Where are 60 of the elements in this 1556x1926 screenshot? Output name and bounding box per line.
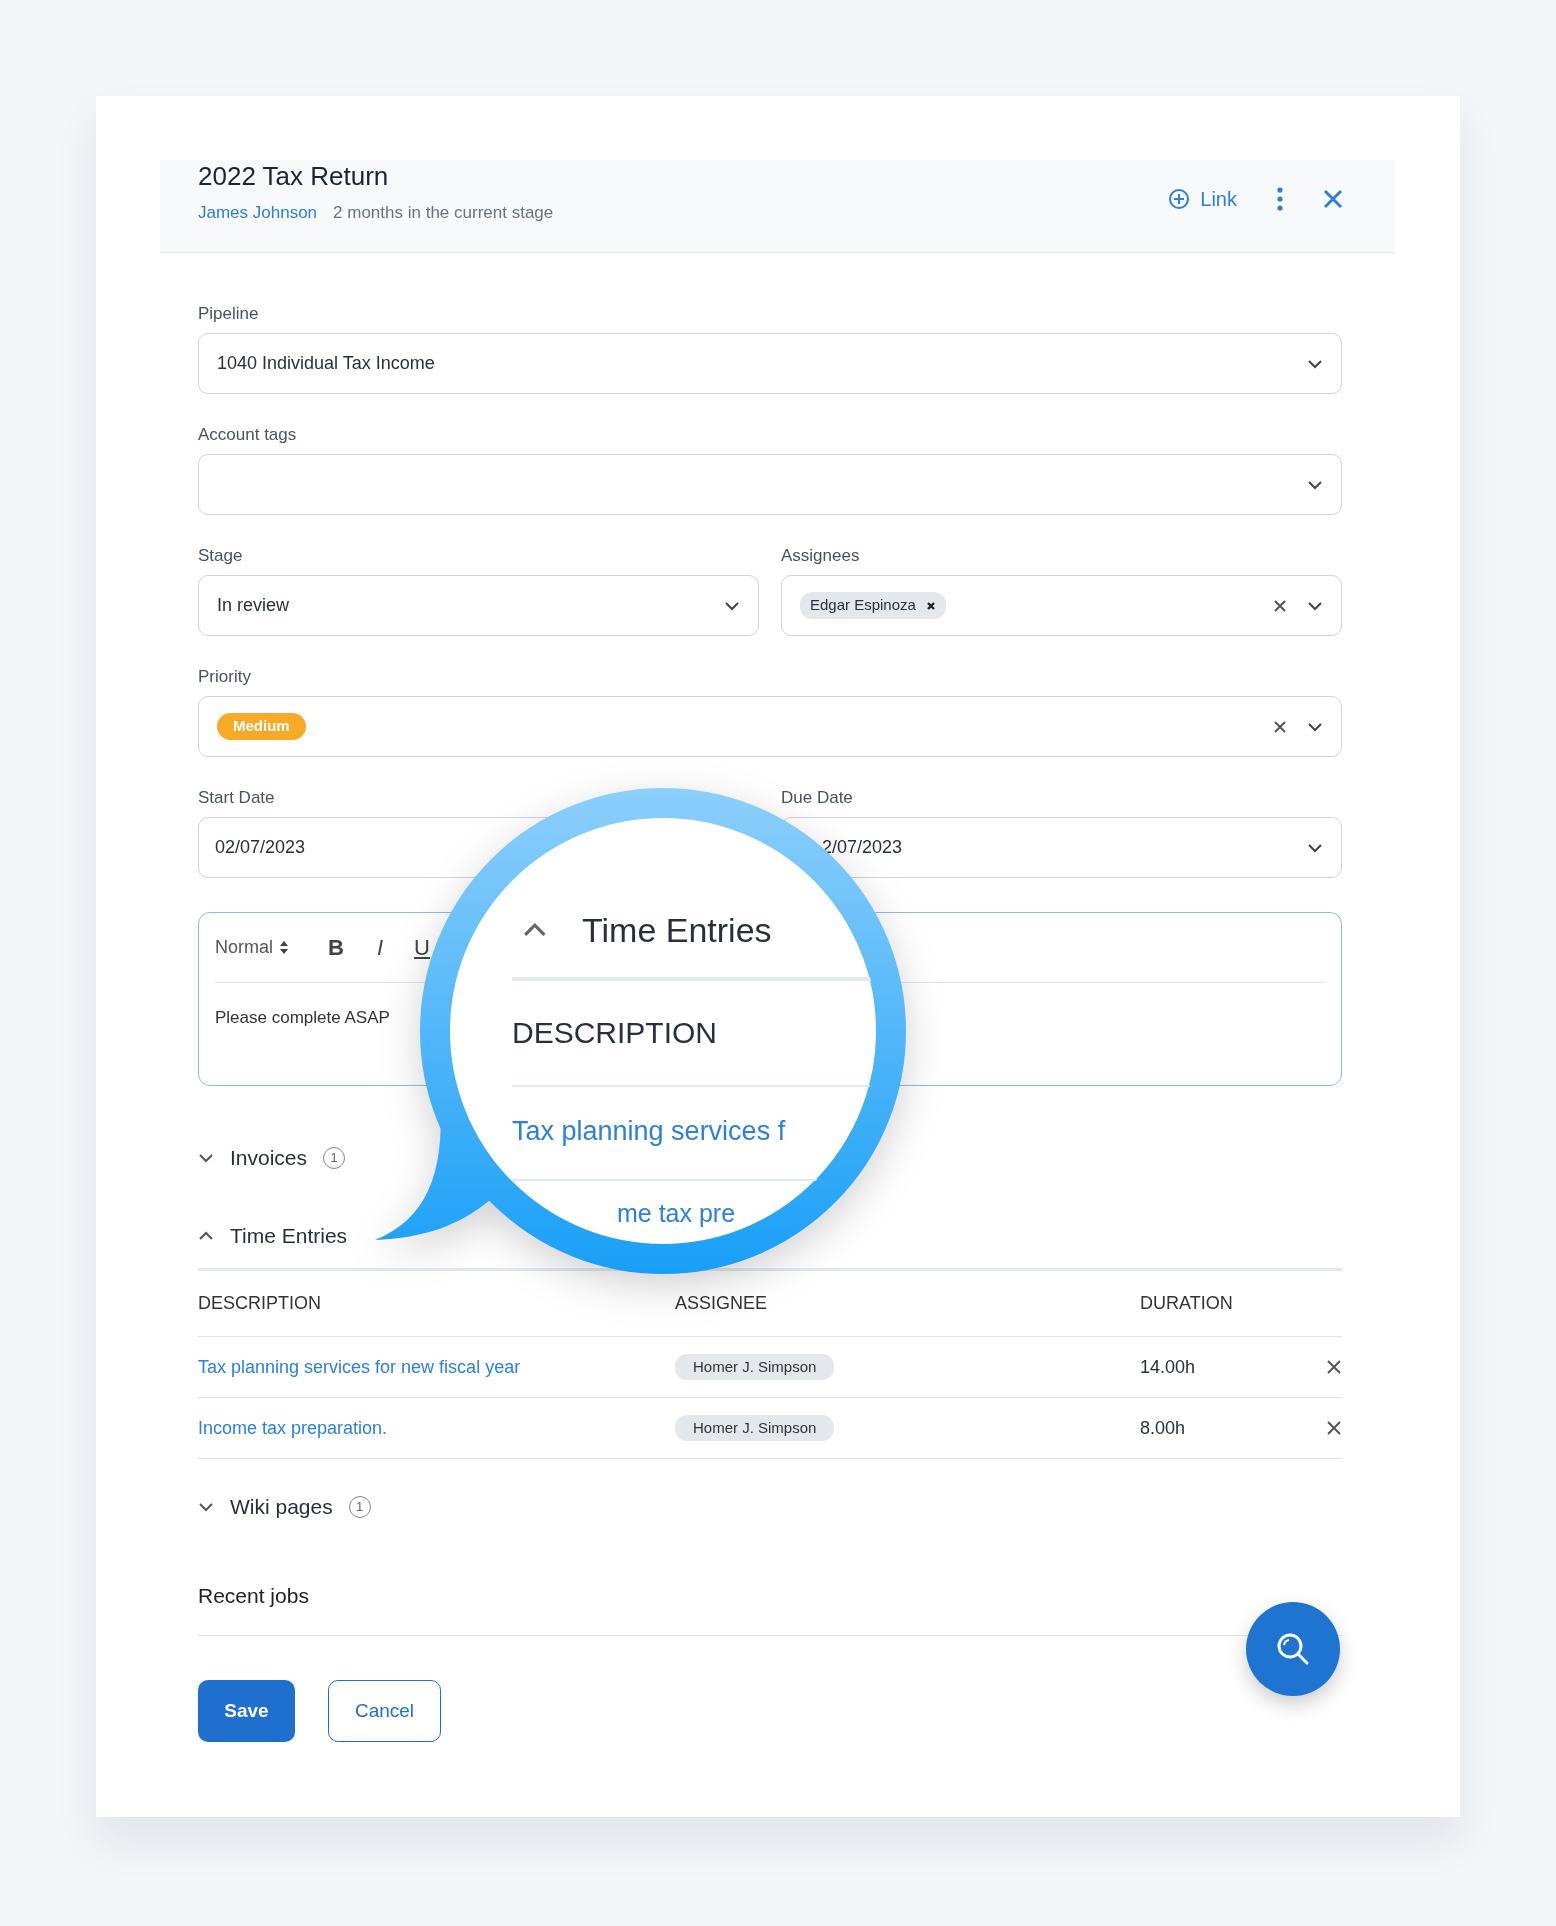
save-button[interactable]: Save xyxy=(198,1680,295,1742)
chevron-up-icon[interactable] xyxy=(198,1231,214,1241)
section-toggle[interactable]: Time Entries xyxy=(230,1220,348,1252)
chevron-down-icon[interactable] xyxy=(1307,721,1323,732)
column-header: DURATION xyxy=(1140,1292,1234,1315)
search-fab-button[interactable] xyxy=(1246,1602,1340,1696)
assignee-tag: Homer J. Simpson xyxy=(675,1353,835,1381)
underline-button[interactable]: U xyxy=(411,931,433,964)
zoomed-column-header: DESCRIPTION xyxy=(512,1015,718,1051)
assignee-chip: Edgar Espinoza xyxy=(800,592,946,619)
chevron-down-icon[interactable] xyxy=(724,600,740,611)
clear-icon[interactable] xyxy=(1273,719,1287,734)
chevron-down-icon[interactable] xyxy=(1307,842,1323,853)
delete-icon[interactable] xyxy=(1326,1420,1342,1436)
select-field[interactable]: Edgar Espinoza xyxy=(781,575,1342,636)
field-label: Start Date xyxy=(198,787,276,809)
section-toggle[interactable]: Wiki pages xyxy=(230,1491,333,1523)
italic-button[interactable]: I xyxy=(369,931,391,964)
assignee-tag: Homer J. Simpson xyxy=(675,1414,835,1442)
cancel-button[interactable]: Cancel xyxy=(328,1680,441,1742)
zoomed-section-title: Time Entries xyxy=(582,910,772,951)
duration-text: 14.00h xyxy=(1140,1355,1197,1379)
chevron-down-icon[interactable] xyxy=(198,1502,214,1512)
select-field[interactable]: 1040 Individual Tax Income xyxy=(198,333,1342,394)
chevron-down-icon[interactable] xyxy=(1307,600,1323,611)
more-menu-icon[interactable] xyxy=(1277,187,1283,211)
duration-text: 8.00h xyxy=(1140,1416,1187,1440)
chevron-up-icon xyxy=(522,922,548,938)
plus-circle-icon xyxy=(1168,188,1191,210)
sort-arrows-icon xyxy=(279,940,289,955)
stage-age-text: 2 months in the current stage xyxy=(333,201,554,224)
entry-link[interactable]: Income tax preparation. xyxy=(198,1414,388,1442)
delete-icon[interactable] xyxy=(1326,1359,1342,1375)
editor-text: Please complete ASAP xyxy=(215,1008,390,1027)
column-header: DESCRIPTION xyxy=(198,1292,322,1315)
chevron-down-icon[interactable] xyxy=(1307,479,1323,490)
format-dropdown[interactable]: Normal xyxy=(215,934,289,961)
chevron-down-icon[interactable] xyxy=(1307,358,1323,369)
field-label: Priority xyxy=(198,666,252,688)
section-toggle[interactable]: Invoices xyxy=(230,1142,308,1174)
record-title: 2022 Tax Return xyxy=(198,162,390,192)
entry-link[interactable]: Tax planning services for new fiscal year xyxy=(198,1353,521,1381)
field-label: Stage xyxy=(198,545,244,567)
search-icon xyxy=(1276,1632,1310,1666)
field-label: Pipeline xyxy=(198,303,260,325)
priority-tag: Medium xyxy=(217,713,306,740)
client-link[interactable]: James Johnson xyxy=(198,199,318,226)
field-label: Account tags xyxy=(198,424,298,446)
field-label: Assignees xyxy=(781,545,861,567)
select-field[interactable]: In review xyxy=(198,575,759,636)
field-label: Due Date xyxy=(781,787,854,809)
bold-button[interactable]: B xyxy=(325,931,347,964)
close-icon[interactable] xyxy=(1323,189,1343,209)
select-field[interactable] xyxy=(198,454,1342,515)
clear-icon[interactable] xyxy=(1273,598,1287,613)
chevron-down-icon[interactable] xyxy=(198,1153,214,1163)
link-button[interactable]: Link xyxy=(1168,184,1237,214)
section-heading: Recent jobs xyxy=(198,1584,309,1607)
column-header: ASSIGNEE xyxy=(675,1292,769,1315)
remove-icon[interactable] xyxy=(925,600,936,611)
